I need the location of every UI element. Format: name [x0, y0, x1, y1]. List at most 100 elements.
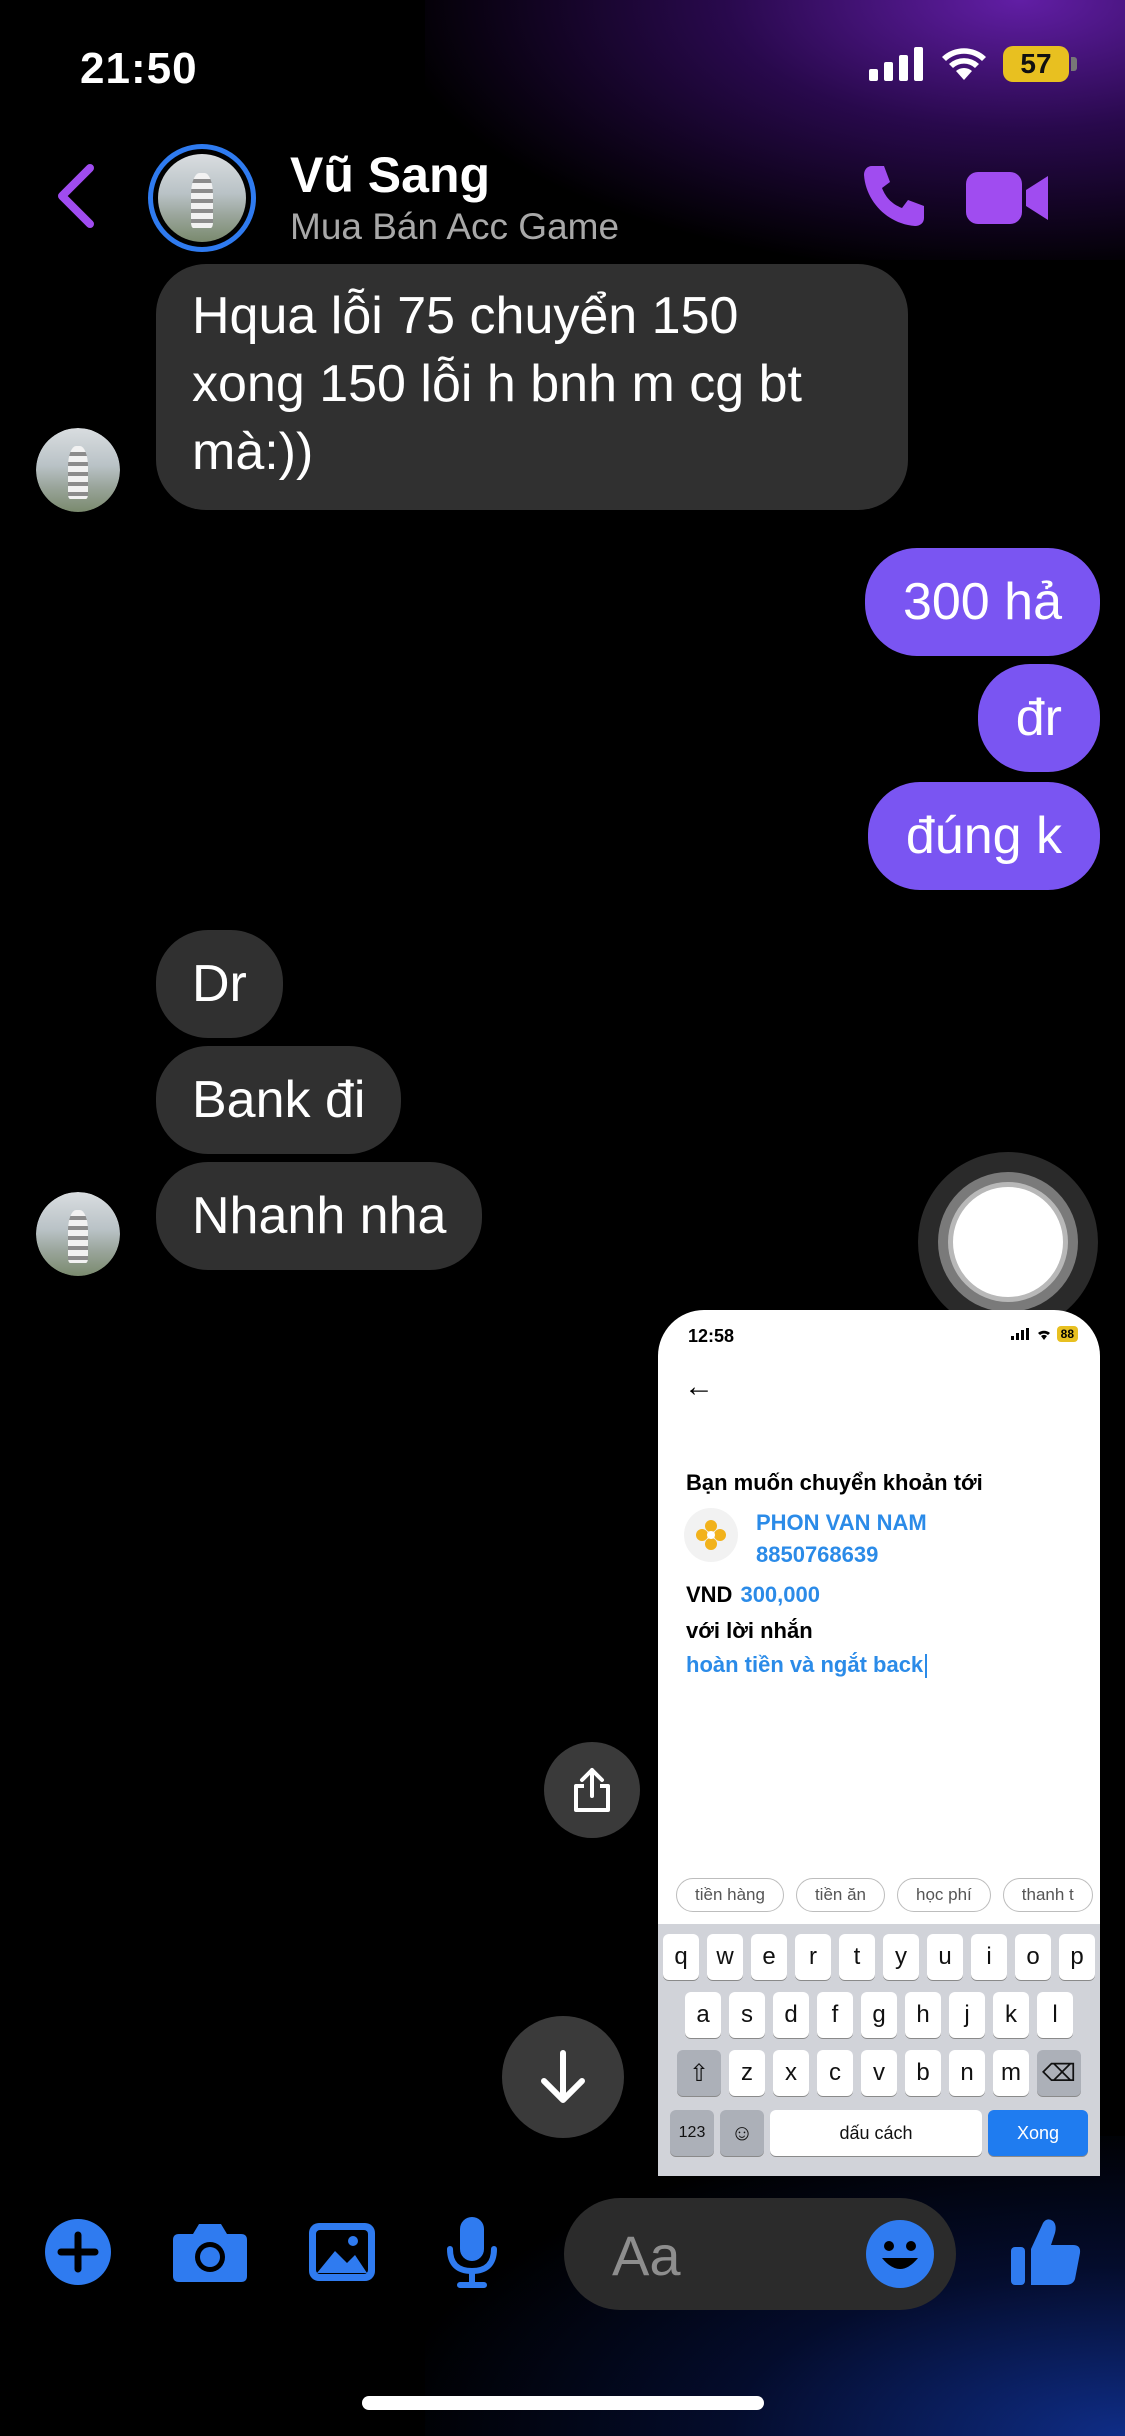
message-line: Hqua lỗi 75 chuyển 150: [192, 287, 739, 345]
key: a: [685, 1992, 721, 2038]
message-bubble-received[interactable]: Nhanh nha: [156, 1162, 483, 1270]
done-key: Xong: [988, 2110, 1088, 2156]
key: n: [949, 2050, 985, 2096]
avatar-photo: [158, 154, 246, 242]
image-chip: tiền hàng: [676, 1878, 784, 1912]
image-status-time: 12:58: [688, 1326, 735, 1346]
battery-indicator: 57: [1003, 46, 1069, 82]
scroll-to-bottom-button[interactable]: [502, 2016, 624, 2138]
key: t: [839, 1934, 875, 1980]
image-suggestion-chips: tiền hàng tiền ăn học phí thanh t: [676, 1878, 1093, 1912]
numbers-key: 123: [670, 2110, 714, 2156]
key: x: [773, 2050, 809, 2096]
image-transfer-title: Bạn muốn chuyển khoản tới: [686, 1470, 983, 1495]
contact-avatar[interactable]: [148, 144, 256, 252]
image-account-number: 8850768639: [756, 1542, 879, 1567]
key: v: [861, 2050, 897, 2096]
status-time: 21:50: [80, 44, 198, 93]
key: f: [817, 1992, 853, 2038]
thumbs-up-icon: [1011, 2219, 1081, 2285]
key: j: [949, 1992, 985, 2038]
key: k: [993, 1992, 1029, 2038]
key: g: [861, 1992, 897, 2038]
space-key: dấu cách: [770, 2110, 982, 2156]
contact-name[interactable]: Vũ Sang: [290, 146, 490, 204]
keyboard-row-2: a s d f g h j k l: [658, 1992, 1100, 2038]
image-amount-row: VND 300,000: [686, 1582, 820, 1608]
plus-button[interactable]: [42, 2212, 114, 2292]
video-call-icon[interactable]: [966, 168, 1050, 228]
arrow-down-icon: [541, 2050, 585, 2103]
assistive-touch-ring: [938, 1172, 1078, 1312]
camera-button[interactable]: [170, 2212, 250, 2292]
message-input[interactable]: [610, 2220, 864, 2290]
wifi-icon: [1037, 1330, 1050, 1340]
voice-message-button[interactable]: [440, 2212, 504, 2292]
phone-call-icon[interactable]: [858, 160, 930, 232]
contact-subtitle: Mua Bán Acc Game: [290, 206, 620, 247]
key: h: [905, 1992, 941, 2038]
message-bubble-received[interactable]: Dr: [156, 930, 283, 1038]
avatar-photo: [36, 1192, 120, 1276]
battery-tip: [1071, 57, 1077, 71]
sender-avatar[interactable]: [36, 1192, 120, 1276]
image-gallery-icon: [309, 2223, 375, 2281]
back-chevron-icon[interactable]: [52, 162, 98, 230]
assistive-touch-center: [953, 1187, 1063, 1297]
bank-logo-icon: [684, 1508, 738, 1562]
shared-image-message[interactable]: 12:58 88 ← Bạn muốn chuyển khoản tới PHO…: [658, 1310, 1100, 2176]
message-bubble-sent[interactable]: đúng k: [867, 782, 1100, 890]
key: w: [707, 1934, 743, 1980]
keyboard-row-4: 123 ☺ dấu cách Xong: [658, 2110, 1100, 2156]
message-bubble-sent[interactable]: đr: [977, 664, 1100, 772]
avatar-photo: [36, 428, 120, 512]
key: s: [729, 1992, 765, 2038]
like-button[interactable]: [1006, 2212, 1086, 2292]
cellular-signal-icon: [869, 47, 923, 81]
share-icon: [574, 1768, 610, 1812]
key: p: [1059, 1934, 1095, 1980]
key: i: [971, 1934, 1007, 1980]
key: e: [751, 1934, 787, 1980]
image-chip: tiền ăn: [795, 1878, 885, 1912]
key: q: [663, 1934, 699, 1980]
key: y: [883, 1934, 919, 1980]
key: m: [993, 2050, 1029, 2096]
gallery-button[interactable]: [306, 2212, 378, 2292]
wifi-icon: [942, 48, 986, 80]
key: c: [817, 2050, 853, 2096]
image-chip: học phí: [897, 1878, 991, 1912]
emoji-key-icon: ☺: [720, 2110, 764, 2156]
key: z: [729, 2050, 765, 2096]
image-amount: 300,000: [740, 1582, 820, 1607]
message-line: xong 150 lỗi h bnh m cg bt: [192, 355, 802, 413]
image-chip: thanh t: [1002, 1878, 1093, 1912]
keyboard-row-1: q w e r t y u i o p: [658, 1934, 1100, 1980]
image-message-text: hoàn tiền và ngắt back: [686, 1652, 927, 1678]
message-line: mà:)): [192, 423, 314, 481]
key: l: [1037, 1992, 1073, 2038]
share-button[interactable]: [544, 1742, 640, 1838]
emoji-smiley-icon[interactable]: [864, 2218, 936, 2290]
message-bubble-received[interactable]: Bank đi: [156, 1046, 402, 1154]
shift-key-icon: ⇧: [677, 2050, 721, 2096]
image-back-arrow-icon: ←: [684, 1370, 714, 1403]
image-status-icons: 88: [1010, 1326, 1078, 1342]
status-icons: 57: [869, 46, 1077, 82]
image-message-label: với lời nhắn: [686, 1618, 813, 1643]
image-currency: VND: [686, 1582, 733, 1607]
key: u: [927, 1934, 963, 1980]
assistive-touch-button[interactable]: [918, 1152, 1098, 1332]
microphone-icon: [447, 2217, 497, 2288]
sender-avatar[interactable]: [36, 428, 120, 512]
image-battery: 88: [1056, 1326, 1078, 1342]
home-indicator: [362, 2396, 764, 2410]
image-recipient-name: PHON VAN NAM: [756, 1510, 927, 1535]
message-composer[interactable]: [564, 2198, 956, 2310]
key: o: [1015, 1934, 1051, 1980]
message-bubble-sent[interactable]: 300 hả: [864, 548, 1100, 656]
key: d: [773, 1992, 809, 2038]
message-bubble-received[interactable]: Hqua lỗi 75 chuyển 150 xong 150 lỗi h bn…: [156, 264, 908, 510]
keyboard-row-3: ⇧ z x c v b n m ⌫: [658, 2050, 1100, 2096]
image-keyboard: q w e r t y u i o p a s d f g h j k l ⇧ …: [658, 1924, 1100, 2176]
